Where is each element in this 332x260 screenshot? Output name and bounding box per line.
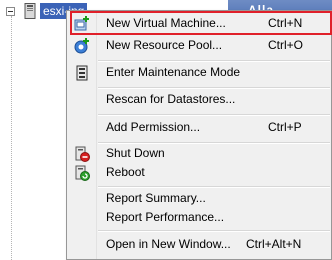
host-icon bbox=[24, 3, 36, 19]
menu-item-enter-maintenance-mode[interactable]: Enter Maintenance Mode bbox=[67, 62, 332, 84]
collapse-toggle[interactable] bbox=[6, 7, 15, 16]
menu-item-label: Shut Down bbox=[106, 146, 165, 160]
maintenance-icon bbox=[76, 65, 88, 81]
reboot-icon bbox=[75, 165, 90, 181]
menu-item-open-in-new-window[interactable]: Open in New Window... Ctrl+Alt+N bbox=[67, 234, 332, 256]
menu-item-label: Enter Maintenance Mode bbox=[106, 65, 241, 79]
menu-item-label: Report Summary... bbox=[106, 191, 206, 205]
tree-line bbox=[11, 16, 13, 260]
menu-item-rescan-for-datastores[interactable]: Rescan for Datastores... bbox=[67, 89, 332, 111]
menu-item-shortcut: Ctrl+P bbox=[268, 120, 302, 134]
shutdown-icon bbox=[75, 146, 90, 162]
menu-item-shortcut: Ctrl+Alt+N bbox=[246, 237, 302, 251]
menu-item-label: Add Permission... bbox=[106, 120, 201, 134]
menu-item-label: Reboot bbox=[106, 165, 145, 179]
menu-item-label: Report Performance... bbox=[106, 210, 225, 224]
menu-item-label: Rescan for Datastores... bbox=[106, 92, 236, 106]
menu-separator bbox=[98, 230, 330, 232]
menu-item-new-resource-pool[interactable]: New Resource Pool... Ctrl+O bbox=[67, 35, 332, 57]
context-menu: New Virtual Machine... Ctrl+N New Resour… bbox=[66, 10, 332, 260]
menu-item-report-performance[interactable]: Report Performance... bbox=[67, 207, 332, 229]
menu-item-label: New Resource Pool... bbox=[106, 38, 223, 52]
menu-item-reboot[interactable]: Reboot bbox=[67, 162, 332, 184]
menu-item-add-permission[interactable]: Add Permission... Ctrl+P bbox=[67, 117, 332, 139]
menu-separator bbox=[98, 114, 330, 116]
menu-item-label: Open in New Window... bbox=[106, 237, 231, 251]
menu-item-shortcut: Ctrl+O bbox=[268, 38, 304, 52]
resource-pool-icon bbox=[74, 38, 89, 54]
highlight-annotation-box bbox=[70, 11, 332, 35]
